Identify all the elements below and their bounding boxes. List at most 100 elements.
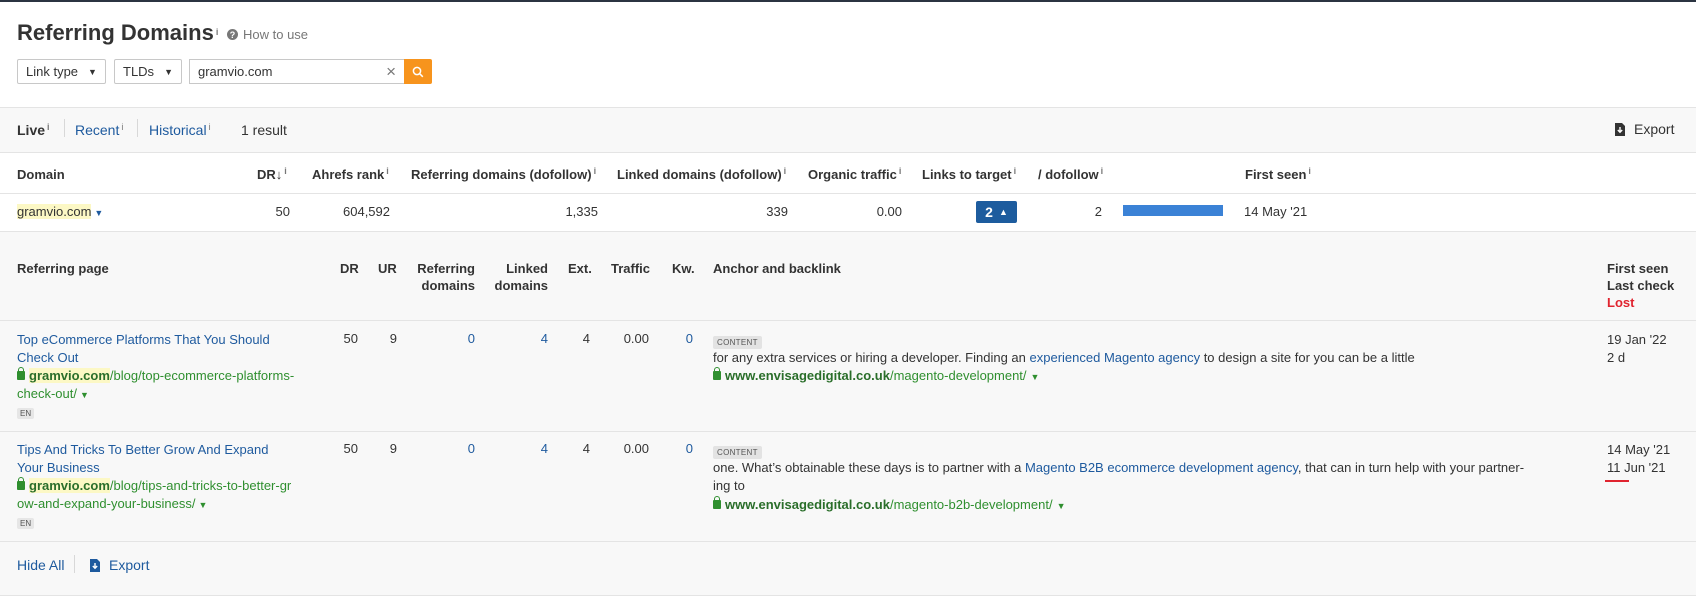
tab-live[interactable]: Live i xyxy=(17,122,50,138)
chevron-down-icon: ▼ xyxy=(94,208,104,218)
anchor-text: for any extra services or hiring a devel… xyxy=(713,350,1415,365)
col-ahrefs-rank[interactable]: Ahrefs rank i xyxy=(312,166,389,182)
tab-divider xyxy=(64,119,65,137)
backlink-target-url[interactable]: www.envisagedigital.co.uk/magento-b2b-de… xyxy=(713,496,1065,515)
col-referring-domains[interactable]: Referring domains (dofollow) i xyxy=(411,166,596,182)
col-links-to-target[interactable]: Links to target i xyxy=(922,166,1016,182)
backlink-dates: 14 May '21 11 Jun '21 xyxy=(1607,442,1671,475)
anchor-link[interactable]: Magento B2B ecommerce development agency xyxy=(1025,460,1298,475)
col-linked-domains[interactable]: Linked domains (dofollow) i xyxy=(617,166,786,182)
page-title: Referring Domains i xyxy=(17,20,219,45)
backlink-ext: 4 xyxy=(582,331,590,346)
anchor-text: one. What’s obtainable these days is to … xyxy=(713,460,1525,493)
link-type-dropdown[interactable]: Link type ▼ xyxy=(17,59,106,84)
chevron-down-icon: ▼ xyxy=(164,66,173,77)
col-dofollow[interactable]: / dofollow i xyxy=(1038,166,1103,182)
divider xyxy=(0,431,1696,432)
backlink-ur: 9 xyxy=(389,331,397,346)
lock-icon xyxy=(713,367,721,380)
backlink-traffic: 0.00 xyxy=(623,441,649,456)
domain-link[interactable]: gramvio.com ▼ xyxy=(17,204,103,219)
clear-icon[interactable]: × xyxy=(386,63,396,80)
backlink-kw[interactable]: 0 xyxy=(653,441,693,456)
backlink-ref-domains[interactable]: 0 xyxy=(435,441,475,456)
sub-col-referring-domains: Referring domains xyxy=(417,261,475,293)
backlink-traffic: 0.00 xyxy=(623,331,649,346)
content-badge: CONTENT xyxy=(713,333,762,349)
sort-down-icon: ↓ xyxy=(275,167,283,182)
sub-col-anchor: Anchor and backlink xyxy=(713,261,841,276)
domain-ahrefs-rank: 604,592 xyxy=(343,204,390,219)
list-item: Tips And Tricks To Better Grow And Expan… xyxy=(17,441,327,529)
list-item: Top eCommerce Platforms That You Should C… xyxy=(17,331,327,419)
lock-icon xyxy=(17,367,25,380)
language-badge: EN xyxy=(17,518,35,529)
chevron-down-icon: ▼ xyxy=(88,66,97,77)
chevron-down-icon: ▼ xyxy=(1030,372,1040,382)
search-icon xyxy=(412,66,424,77)
referring-page-title[interactable]: Tips And Tricks To Better Grow And Expan… xyxy=(17,441,327,477)
result-count: 1 result xyxy=(241,122,287,138)
sub-col-kw: Kw. xyxy=(672,261,695,276)
export-backlinks-button[interactable]: Export xyxy=(89,557,149,573)
domain-dofollow: 2 xyxy=(1094,204,1102,219)
domain-dr: 50 xyxy=(275,204,290,219)
lost-underline xyxy=(1605,480,1629,482)
backlink-ur: 9 xyxy=(389,441,397,456)
chevron-down-icon: ▼ xyxy=(1056,501,1066,511)
chevron-down-icon: ▼ xyxy=(79,390,89,400)
backlink-kw[interactable]: 0 xyxy=(653,331,693,346)
domain-ref-domains: 1,335 xyxy=(565,204,598,219)
divider xyxy=(0,320,1696,321)
dofollow-bar xyxy=(1123,205,1223,216)
sub-col-linked-domains: Linked domains xyxy=(494,261,548,293)
divider xyxy=(0,541,1696,542)
backlink-dr: 50 xyxy=(343,331,358,346)
col-dr[interactable]: DR↓ i xyxy=(257,166,287,182)
col-organic-traffic[interactable]: Organic traffic i xyxy=(808,166,901,182)
backlink-dates: 19 Jan '22 2 d xyxy=(1607,332,1667,365)
backlink-linked-domains[interactable]: 4 xyxy=(508,441,548,456)
footer-divider xyxy=(74,555,75,573)
export-icon xyxy=(1615,122,1625,136)
how-to-use-link[interactable]: ? How to use xyxy=(227,27,308,42)
search-button[interactable] xyxy=(404,59,432,84)
export-icon xyxy=(90,558,100,572)
col-domain: Domain xyxy=(17,167,65,182)
tlds-dropdown[interactable]: TLDs ▼ xyxy=(114,59,182,84)
lock-icon xyxy=(713,496,721,509)
domain-linked-domains: 339 xyxy=(766,204,788,219)
sub-col-ext: Ext. xyxy=(568,261,592,276)
domain-first-seen: 14 May '21 xyxy=(1244,204,1308,219)
sub-col-dates: First seen Last check Lost xyxy=(1607,261,1675,310)
sub-col-dr: DR xyxy=(340,261,359,276)
referring-page-title[interactable]: Top eCommerce Platforms That You Should C… xyxy=(17,331,327,367)
backlink-linked-domains[interactable]: 4 xyxy=(508,331,548,346)
lock-icon xyxy=(17,477,25,490)
links-to-target-button[interactable]: 2 ▲ xyxy=(976,201,1017,223)
sub-col-traffic: Traffic xyxy=(611,261,651,276)
backlink-dr: 50 xyxy=(343,441,358,456)
language-badge: EN xyxy=(17,408,35,419)
backlink-ref-domains[interactable]: 0 xyxy=(435,331,475,346)
sub-col-referring-page: Referring page xyxy=(17,261,109,276)
hide-all-button[interactable]: Hide All xyxy=(17,557,64,573)
referring-page-url[interactable]: gramvio.com/blog/tips-and-tricks-to-bett… xyxy=(17,477,327,495)
backlink-target-url[interactable]: www.envisagedigital.co.uk/magento-develo… xyxy=(713,367,1039,386)
chevron-up-icon: ▲ xyxy=(998,207,1008,217)
export-button[interactable]: Export xyxy=(1614,121,1674,137)
anchor-link[interactable]: experienced Magento agency xyxy=(1030,350,1201,365)
content-badge: CONTENT xyxy=(713,443,762,459)
referring-page-url[interactable]: gramvio.com/blog/top-ecommerce-platforms… xyxy=(17,367,327,385)
tab-recent[interactable]: Recent i xyxy=(75,122,123,138)
sub-col-ur: UR xyxy=(378,261,397,276)
tab-divider xyxy=(137,119,138,137)
tab-historical[interactable]: Historical i xyxy=(149,122,211,138)
backlink-ext: 4 xyxy=(582,441,590,456)
col-first-seen[interactable]: First seen i xyxy=(1245,166,1311,182)
search-input[interactable]: gramvio.com × xyxy=(189,59,404,84)
help-icon: ? xyxy=(227,29,238,40)
title-info-icon[interactable]: i xyxy=(216,27,219,37)
domain-organic-traffic: 0.00 xyxy=(876,204,902,219)
chevron-down-icon: ▼ xyxy=(198,500,208,510)
